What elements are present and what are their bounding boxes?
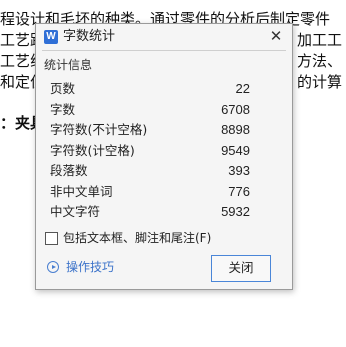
dialog-titlebar[interactable]: W 字数统计 ✕ <box>36 24 292 50</box>
dialog-title: 字数统计 <box>63 29 116 44</box>
doc-text-fragment: 加工工 <box>296 31 342 49</box>
doc-text-fragment: 的计算 <box>296 73 342 91</box>
close-icon[interactable]: ✕ <box>267 27 285 45</box>
play-circle-icon[interactable] <box>47 261 59 273</box>
word-count-dialog: W 字数统计 ✕ 统计信息 页数 22 字数 6708 字符数(不计空格) 88… <box>35 23 293 290</box>
stat-value: 22 <box>235 81 250 96</box>
stat-value: 6708 <box>221 101 250 117</box>
include-textbox-notes-checkbox[interactable] <box>45 232 58 245</box>
stat-value: 8898 <box>221 122 250 137</box>
doc-text-fragment: 方法、 <box>296 52 342 70</box>
stat-row-chars-with-spaces: 字符数(计空格) 9549 <box>50 141 250 162</box>
stat-row-chars-no-spaces: 字符数(不计空格) 8898 <box>50 120 250 141</box>
stat-row-chinese-chars: 中文字符 5932 <box>50 202 250 223</box>
stat-value: 9549 <box>221 142 250 158</box>
wps-writer-icon: W <box>44 30 58 44</box>
stat-value: 776 <box>228 183 250 199</box>
checkbox-label[interactable]: 包括文本框、脚注和尾注(F) <box>63 230 211 246</box>
titlebar-divider <box>42 50 286 51</box>
stat-label: 非中文单词 <box>50 183 113 199</box>
stat-row-pages: 页数 22 <box>50 79 250 100</box>
section-label: 统计信息 <box>44 58 93 72</box>
stat-label: 字数 <box>50 101 76 117</box>
stat-label: 中文字符 <box>50 204 101 219</box>
stat-label: 段落数 <box>50 163 88 178</box>
close-button[interactable]: 关闭 <box>211 255 271 282</box>
stat-value: 393 <box>228 163 250 178</box>
stat-row-paragraphs: 段落数 393 <box>50 161 250 182</box>
stat-row-non-chinese-words: 非中文单词 776 <box>50 182 250 203</box>
stats-list: 页数 22 字数 6708 字符数(不计空格) 8898 字符数(计空格) 95… <box>50 79 250 223</box>
stat-label: 页数 <box>50 81 76 96</box>
tips-label[interactable]: 操作技巧 <box>66 259 114 275</box>
stat-row-words: 字数 6708 <box>50 100 250 121</box>
stat-value: 5932 <box>221 204 250 219</box>
stat-label: 字符数(不计空格) <box>50 122 148 137</box>
stat-label: 字符数(计空格) <box>50 142 135 158</box>
